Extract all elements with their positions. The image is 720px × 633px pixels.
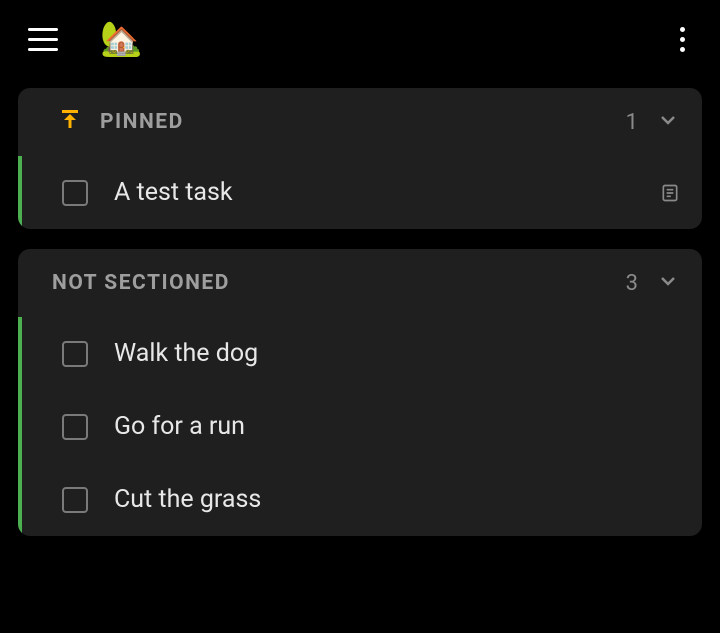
section-count: 1 bbox=[626, 110, 638, 135]
task-checkbox[interactable] bbox=[62, 180, 88, 206]
task-row[interactable]: Cut the grass bbox=[22, 463, 702, 536]
section-title: PINNED bbox=[100, 110, 184, 134]
task-list: A test task bbox=[18, 156, 702, 229]
chevron-down-icon bbox=[656, 108, 680, 136]
pin-icon bbox=[58, 108, 82, 136]
task-checkbox[interactable] bbox=[62, 487, 88, 513]
top-bar: 🏡 bbox=[0, 0, 720, 78]
section-count: 3 bbox=[626, 271, 638, 296]
task-row[interactable]: Go for a run bbox=[22, 390, 702, 463]
task-label: A test task bbox=[114, 178, 233, 207]
section-header-pinned[interactable]: PINNED 1 bbox=[18, 88, 702, 156]
task-label: Walk the dog bbox=[114, 339, 258, 368]
task-label: Go for a run bbox=[114, 412, 245, 441]
task-row[interactable]: Walk the dog bbox=[22, 317, 702, 390]
menu-button[interactable] bbox=[28, 21, 64, 57]
task-label: Cut the grass bbox=[114, 485, 261, 514]
section-not-sectioned: NOT SECTIONED 3 Walk the dog Go for a ru… bbox=[18, 249, 702, 536]
section-header-not-sectioned[interactable]: NOT SECTIONED 3 bbox=[18, 249, 702, 317]
task-checkbox[interactable] bbox=[62, 341, 88, 367]
task-checkbox[interactable] bbox=[62, 414, 88, 440]
list-icon: 🏡 bbox=[100, 19, 142, 59]
note-icon bbox=[660, 183, 680, 203]
task-list: Walk the dog Go for a run Cut the grass bbox=[18, 317, 702, 536]
section-title: NOT SECTIONED bbox=[52, 271, 230, 295]
task-row[interactable]: A test task bbox=[22, 156, 702, 229]
chevron-down-icon bbox=[656, 269, 680, 297]
section-pinned: PINNED 1 A test task bbox=[18, 88, 702, 229]
more-options-button[interactable] bbox=[664, 19, 700, 60]
